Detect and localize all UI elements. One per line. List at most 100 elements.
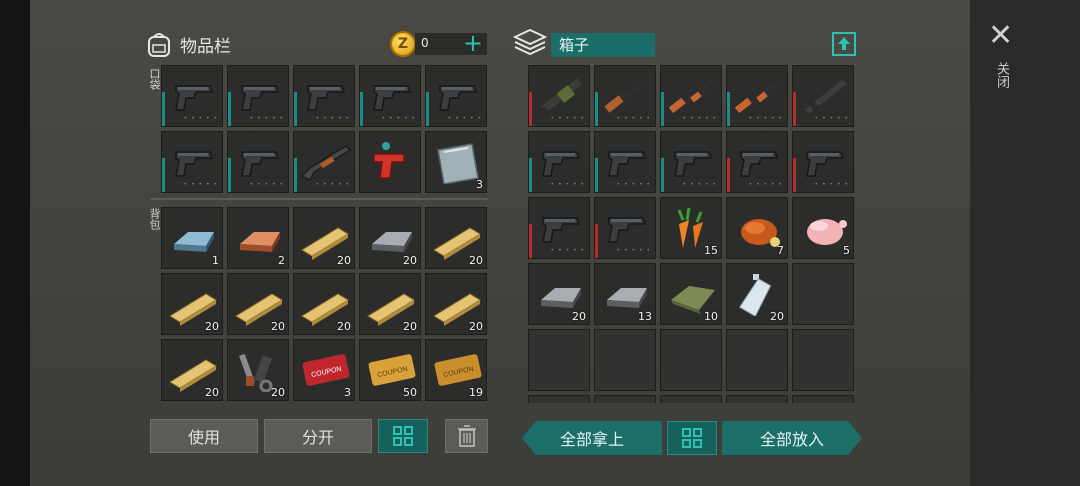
inventory-slot[interactable]: • • • • • — [359, 65, 421, 127]
inventory-slot[interactable]: • • • • • — [726, 65, 788, 127]
inventory-slot[interactable]: • • • • • — [660, 131, 722, 193]
upload-icon[interactable] — [832, 32, 856, 56]
empty-slot[interactable] — [660, 329, 722, 391]
inventory-slot[interactable]: 13 — [594, 263, 656, 325]
item-quantity: 2 — [278, 254, 285, 267]
pistol-icon — [542, 217, 581, 243]
item-quantity: 20 — [469, 320, 483, 333]
durability-bar — [727, 92, 730, 126]
inventory-slot[interactable]: 7 — [726, 197, 788, 259]
inventory-slot[interactable]: 20 — [227, 273, 289, 335]
inventory-slot[interactable]: 1 — [161, 207, 223, 269]
durability-bar — [727, 158, 730, 192]
inventory-slot[interactable]: 20 — [161, 339, 223, 401]
pistol-icon — [542, 151, 581, 177]
inventory-slot[interactable]: 20 — [359, 207, 421, 269]
pistol-icon — [241, 85, 280, 111]
empty-slot[interactable] — [528, 329, 590, 391]
inventory-slot[interactable]: • • • • • — [161, 131, 223, 193]
item-quantity: 20 — [205, 386, 219, 399]
inventory-slot[interactable]: • • • • • — [528, 131, 590, 193]
inventory-slot[interactable] — [359, 131, 421, 193]
inventory-slot[interactable]: • • • • • — [792, 131, 854, 193]
trash-button[interactable] — [445, 419, 488, 453]
box-grid: • • • • • • • • • • • • • • • • • • • • • • … — [528, 65, 854, 403]
upgrade-dots: • • • • • — [315, 181, 350, 188]
inventory-slot[interactable]: COUPON 3 — [293, 339, 355, 401]
pistol-icon — [674, 151, 713, 177]
inventory-slot[interactable]: 20 — [227, 339, 289, 401]
inventory-slot[interactable]: 20 — [161, 273, 223, 335]
close-label[interactable]: 关闭 — [992, 62, 1011, 88]
item-quantity: 20 — [572, 310, 586, 323]
inventory-slot[interactable]: 20 — [528, 263, 590, 325]
inventory-slot[interactable]: • • • • • — [594, 65, 656, 127]
durability-bar — [162, 158, 165, 192]
take-all-button[interactable]: 全部拿上 — [522, 421, 662, 455]
empty-slot[interactable] — [792, 263, 854, 325]
durability-bar — [661, 92, 664, 126]
inventory-slot[interactable]: • • • • • — [161, 65, 223, 127]
inventory-slot[interactable]: 20 — [359, 273, 421, 335]
upgrade-dots: • • • • • — [550, 247, 585, 254]
inventory-slot[interactable]: • • • • • — [528, 197, 590, 259]
close-icon[interactable]: ✕ — [988, 21, 1013, 51]
inventory-slot[interactable]: 15 — [660, 197, 722, 259]
split-button[interactable]: 分开 — [264, 419, 372, 453]
inventory-slot[interactable]: COUPON 19 — [425, 339, 487, 401]
empty-slot[interactable] — [594, 329, 656, 391]
durability-bar — [228, 92, 231, 126]
upgrade-dots: • • • • • — [616, 115, 651, 122]
inventory-slot[interactable]: 10 — [660, 263, 722, 325]
empty-slot[interactable] — [726, 329, 788, 391]
durability-bar — [529, 92, 532, 126]
inventory-slot[interactable]: • • • • • — [726, 131, 788, 193]
backpack-grid: 1 2 20 20 20 20 20 20 20 20 20 20 COUPON 3 COUPON 50 COU… — [161, 207, 487, 401]
upgrade-dots: • • • • • — [249, 115, 284, 122]
item-quantity: 3 — [476, 178, 483, 191]
durability-bar — [162, 92, 165, 126]
inventory-slot[interactable]: 2 — [227, 207, 289, 269]
item-quantity: 5 — [843, 244, 850, 257]
empty-slot[interactable] — [726, 395, 788, 403]
sort-button[interactable] — [378, 419, 428, 453]
inventory-slot[interactable]: • • • • • — [293, 65, 355, 127]
durability-bar — [294, 92, 297, 126]
rifle-icon — [604, 79, 648, 113]
inventory-slot[interactable]: • • • • • — [594, 197, 656, 259]
inventory-slot[interactable]: • • • • • — [425, 65, 487, 127]
add-coins-button[interactable]: + — [463, 29, 483, 57]
inventory-slot[interactable]: • • • • • — [528, 65, 590, 127]
inventory-slot[interactable]: 20 — [726, 263, 788, 325]
item-quantity: 20 — [403, 320, 417, 333]
inventory-slot[interactable]: • • • • • — [227, 65, 289, 127]
inventory-slot[interactable]: 20 — [425, 273, 487, 335]
upgrade-dots: • • • • • — [381, 115, 416, 122]
upgrade-dots: • • • • • — [447, 115, 482, 122]
inventory-slot[interactable]: • • • • • — [792, 65, 854, 127]
inventory-slot[interactable]: 20 — [293, 273, 355, 335]
put-all-button[interactable]: 全部放入 — [722, 421, 862, 455]
inventory-slot[interactable]: 3 — [425, 131, 487, 193]
pistol-icon — [806, 151, 845, 177]
inventory-slot[interactable]: • • • • • — [293, 131, 355, 193]
inventory-slot[interactable]: • • • • • — [594, 131, 656, 193]
inventory-slot[interactable]: 5 — [792, 197, 854, 259]
box-sort-button[interactable] — [667, 421, 717, 455]
inventory-slot[interactable]: 20 — [425, 207, 487, 269]
use-button[interactable]: 使用 — [150, 419, 258, 453]
pistol-icon — [307, 85, 346, 111]
shotgun-icon — [300, 145, 351, 181]
inventory-slot[interactable]: • • • • • — [227, 131, 289, 193]
inventory-slot[interactable]: COUPON 50 — [359, 339, 421, 401]
empty-slot[interactable] — [660, 395, 722, 403]
empty-slot[interactable] — [792, 329, 854, 391]
empty-slot[interactable] — [792, 395, 854, 403]
upgrade-dots: • • • • • — [682, 115, 717, 122]
empty-slot[interactable] — [528, 395, 590, 403]
pistol-icon — [608, 217, 647, 243]
inventory-slot[interactable]: 20 — [293, 207, 355, 269]
empty-slot[interactable] — [594, 395, 656, 403]
inventory-slot[interactable]: • • • • • — [660, 65, 722, 127]
item-quantity: 20 — [337, 320, 351, 333]
